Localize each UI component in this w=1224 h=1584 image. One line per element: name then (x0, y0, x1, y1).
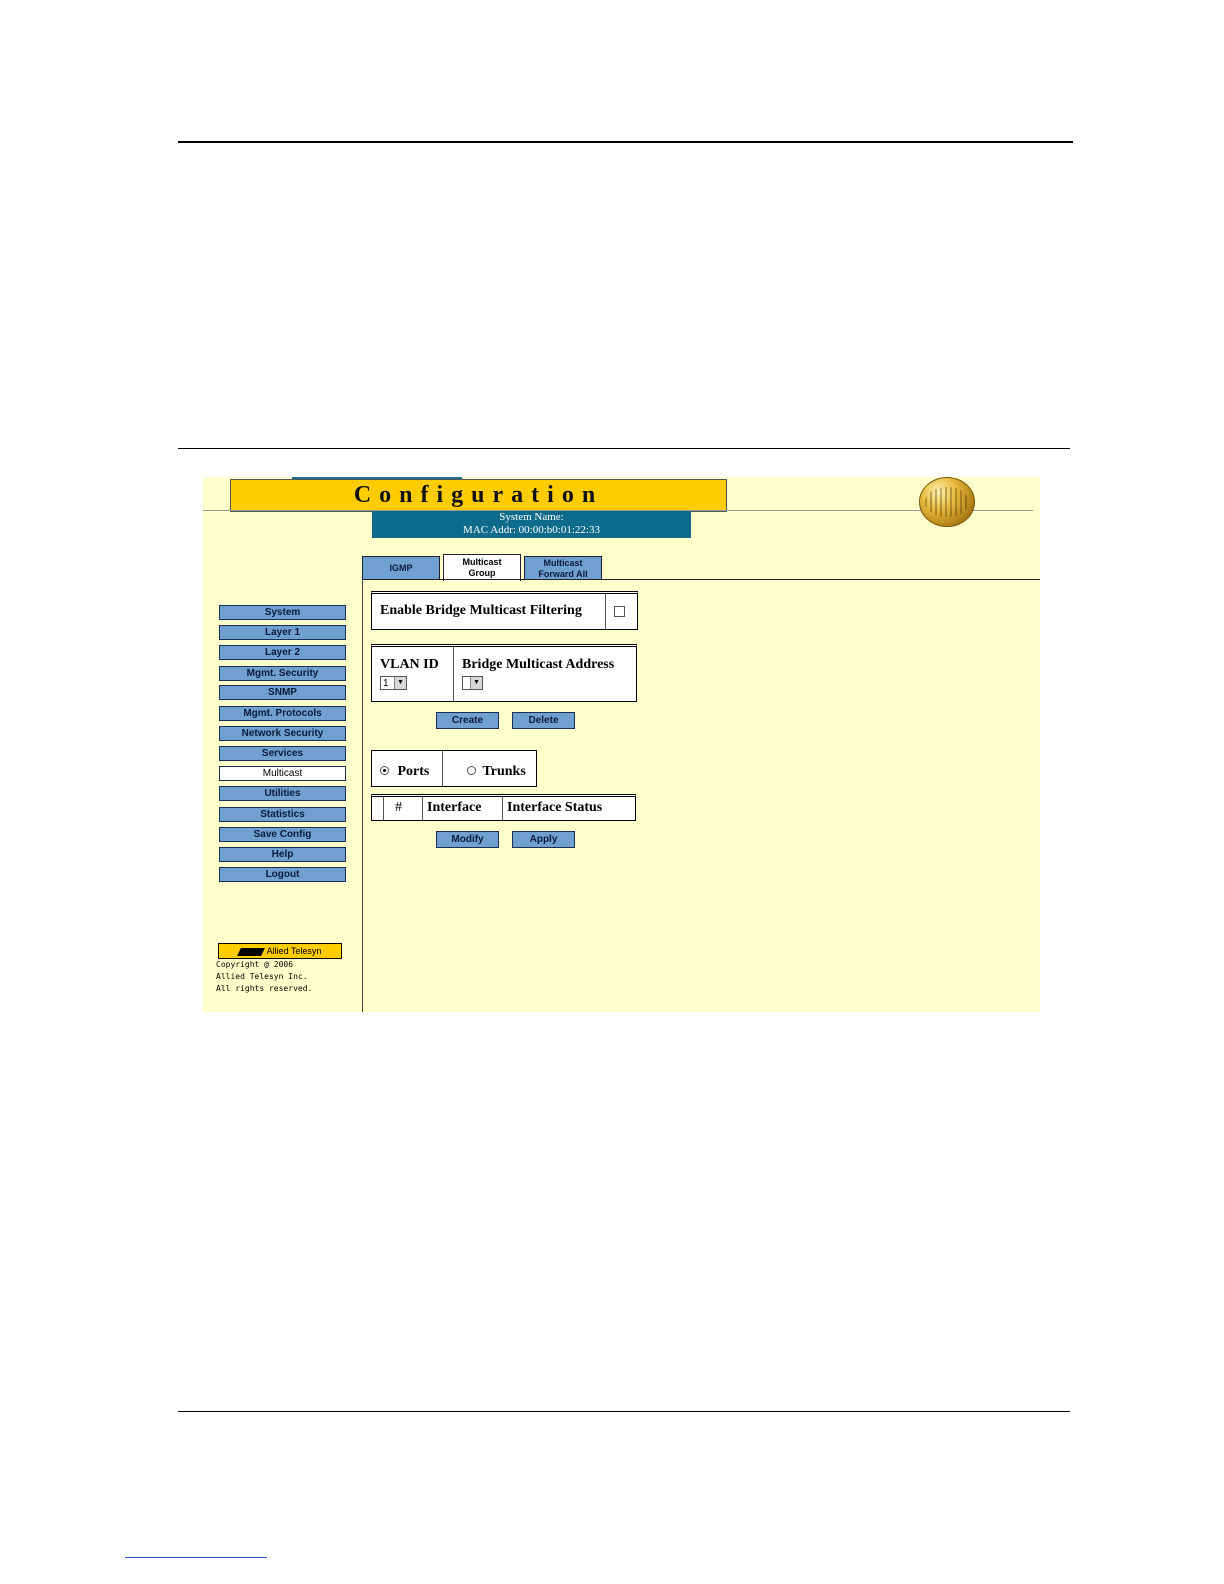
sidebar-item-multicast[interactable]: Multicast (219, 766, 346, 781)
allied-telesyn-mark-icon (236, 947, 265, 956)
trunks-label: Trunks (482, 764, 526, 779)
sidebar-item-save-config[interactable]: Save Config (219, 827, 346, 842)
interface-table: # Interface Interface Status (371, 794, 636, 821)
system-info-box: System Name: MAC Addr: 00:00:b0:01:22:33 (372, 511, 691, 538)
tab-label: IGMP (389, 563, 413, 573)
tab-igmp[interactable]: IGMP (362, 556, 440, 580)
ports-option[interactable]: Ports (380, 762, 429, 780)
filtering-table: Enable Bridge Multicast Filtering (371, 591, 638, 630)
globe-logo-icon (919, 477, 975, 527)
port-type-selector: Ports Trunks (371, 750, 537, 787)
system-name: System Name: (499, 511, 564, 523)
sidebar-item-layer-1[interactable]: Layer 1 (219, 625, 346, 640)
cell-divider (422, 797, 423, 820)
chevron-down-icon: ▼ (470, 677, 482, 689)
sidebar-item-statistics[interactable]: Statistics (219, 807, 346, 822)
page-rule-middle (178, 448, 1070, 449)
footer-link-underline (125, 1557, 267, 1558)
sidebar-item-network-security[interactable]: Network Security (219, 726, 346, 741)
trunks-radio[interactable] (467, 766, 476, 776)
bridge-address-label: Bridge Multicast Address (462, 657, 615, 672)
sidebar-item-logout[interactable]: Logout (219, 867, 346, 882)
apply-button[interactable]: Apply (512, 831, 575, 848)
sidebar-item-snmp[interactable]: SNMP (219, 685, 346, 700)
cell-divider (442, 751, 443, 786)
tab-multicast-group[interactable]: Multicast Group (443, 554, 521, 581)
tab-label: Multicast Group (462, 557, 502, 578)
cell-divider (502, 797, 503, 820)
sidebar-item-mgmt-protocols[interactable]: Mgmt. Protocols (219, 706, 346, 721)
ports-label: Ports (397, 764, 430, 779)
copyright-line-1: Copyright @ 2006 (216, 960, 294, 969)
vlan-id-select[interactable]: 1 ▼ (380, 676, 407, 690)
sidebar-item-utilities[interactable]: Utilities (219, 786, 346, 801)
group-selection-table: VLAN ID 1 ▼ Bridge Multicast Address ▼ (371, 644, 637, 702)
column-header-number: # (395, 800, 402, 815)
sidebar-item-system[interactable]: System (219, 605, 346, 620)
copyright-line-3: All rights reserved. (216, 984, 313, 993)
page-rule-top (178, 141, 1073, 143)
page-rule-bottom (178, 1411, 1070, 1412)
vlan-id-label: VLAN ID (380, 657, 439, 672)
tab-label: Multicast Forward All (538, 557, 588, 579)
enable-filtering-checkbox[interactable] (614, 606, 625, 617)
modify-button[interactable]: Modify (436, 831, 499, 848)
cell-divider (383, 797, 384, 820)
vlan-id-value: 1 (383, 678, 389, 689)
tab-multicast-forward-all[interactable]: Multicast Forward All (524, 556, 602, 580)
sidebar-divider (362, 579, 363, 1012)
create-button[interactable]: Create (436, 712, 499, 729)
title-bar: Configuration (230, 479, 727, 512)
chevron-down-icon: ▼ (394, 677, 406, 689)
sidebar-item-mgmt-security[interactable]: Mgmt. Security (219, 666, 346, 681)
page-title: Configuration (353, 482, 604, 508)
trunks-option[interactable]: Trunks (467, 762, 526, 780)
sidebar-item-layer-2[interactable]: Layer 2 (219, 645, 346, 660)
ports-radio[interactable] (380, 766, 389, 776)
delete-button[interactable]: Delete (512, 712, 575, 729)
mac-address: MAC Addr: 00:00:b0:01:22:33 (463, 524, 600, 536)
cell-divider (605, 594, 606, 629)
copyright-line-2: Allied Telesyn Inc. (216, 972, 308, 981)
sidebar-item-help[interactable]: Help (219, 847, 346, 862)
column-header-interface: Interface (427, 800, 482, 815)
cell-divider (453, 647, 454, 701)
logo-text: Allied Telesyn (266, 946, 322, 956)
tab-underline (362, 579, 1040, 580)
allied-telesyn-logo: Allied Telesyn (218, 943, 342, 959)
sidebar-item-services[interactable]: Services (219, 746, 346, 761)
bridge-address-select[interactable]: ▼ (462, 676, 483, 690)
configuration-screen: Configuration System Name: MAC Addr: 00:… (203, 477, 1040, 1012)
column-header-interface-status: Interface Status (507, 800, 603, 815)
filtering-label: Enable Bridge Multicast Filtering (380, 603, 582, 618)
